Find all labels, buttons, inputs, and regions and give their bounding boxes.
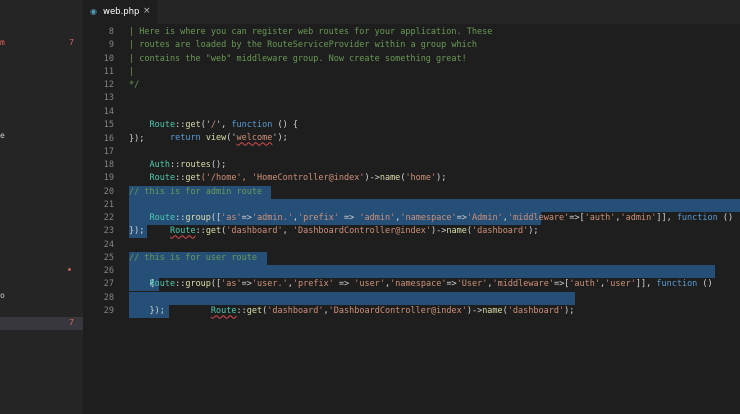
code-line: // this is for admin route bbox=[129, 187, 263, 197]
error-count-badge: 7 bbox=[69, 38, 74, 47]
close-icon[interactable]: × bbox=[143, 6, 151, 16]
line-number: 10 bbox=[103, 54, 114, 64]
line-number: 26 bbox=[103, 266, 114, 276]
code-line: Route::group(['as'=>'user.','prefix' => … bbox=[149, 279, 713, 290]
line-number: 25 bbox=[103, 253, 114, 263]
line-number: 23 bbox=[103, 226, 114, 236]
code-line: | bbox=[129, 67, 135, 77]
code-line: Route::group(['as'=>'admin.','prefix' =>… bbox=[149, 213, 734, 224]
code-line: }); bbox=[129, 134, 145, 144]
line-number: 12 bbox=[103, 80, 114, 90]
code-line: Route::get('/', function () { bbox=[149, 120, 298, 131]
line-number: 19 bbox=[103, 173, 114, 183]
line-number: 29 bbox=[103, 306, 114, 316]
line-number: 27 bbox=[103, 279, 114, 289]
code-line: Route::get('dashboard','DashboardControl… bbox=[210, 306, 575, 317]
line-number: 9 bbox=[108, 40, 114, 50]
explorer-sidebar: m 7 e o 7 bbox=[0, 0, 83, 414]
code-editor[interactable]: 8 9 10 11 12 13 14 15 16 17 18 19 20 21 22 23 24 25 26 27 28… bbox=[83, 24, 740, 414]
sidebar-item[interactable]: o bbox=[0, 290, 83, 303]
line-number: 14 bbox=[103, 107, 114, 117]
tab-label: web.php bbox=[103, 7, 140, 17]
sidebar-item[interactable]: m 7 bbox=[0, 37, 83, 50]
code-line: */ bbox=[129, 80, 140, 90]
sidebar-item-label: e bbox=[0, 131, 5, 140]
code-line: | routes are loaded by the RouteServiceP… bbox=[129, 40, 477, 50]
line-number: 13 bbox=[103, 93, 114, 103]
line-number: 17 bbox=[103, 147, 114, 157]
code-line: // this is for user route bbox=[129, 253, 257, 263]
code-line: | Here is where you can register web rou… bbox=[129, 27, 493, 37]
tab-web-php[interactable]: ◉ web.php × bbox=[83, 0, 157, 24]
php-file-icon: ◉ bbox=[90, 7, 97, 16]
sidebar-item-label: m bbox=[0, 38, 5, 47]
code-line: }); bbox=[129, 226, 145, 236]
line-number: 20 bbox=[103, 187, 114, 197]
line-number: 28 bbox=[103, 293, 114, 303]
error-count-badge: 7 bbox=[69, 318, 74, 327]
line-number: 24 bbox=[103, 240, 114, 250]
sidebar-item[interactable]: e bbox=[0, 130, 83, 143]
code-line: | contains the "web" middleware group. N… bbox=[129, 54, 467, 64]
code-line: Auth::routes(); bbox=[149, 160, 227, 171]
code-line: { bbox=[129, 279, 155, 289]
line-number: 15 bbox=[103, 120, 114, 130]
code-line: Route::get('/home', 'HomeController@inde… bbox=[149, 173, 447, 184]
line-number: 16 bbox=[103, 134, 114, 144]
sidebar-item-selected[interactable]: 7 bbox=[0, 317, 83, 330]
line-number: 11 bbox=[103, 67, 114, 77]
sidebar-item-label: o bbox=[0, 291, 5, 300]
code-line: }); bbox=[129, 306, 165, 316]
code-line: return view('welcome'); bbox=[169, 133, 288, 144]
editor-tab-bar: ◉ web.php × bbox=[83, 0, 740, 24]
line-number: 18 bbox=[103, 160, 114, 170]
line-number: 21 bbox=[103, 200, 114, 210]
line-number: 22 bbox=[103, 213, 114, 223]
code-line: Route::get('dashboard', 'DashboardContro… bbox=[169, 226, 539, 237]
line-number: 8 bbox=[108, 27, 114, 37]
modified-dot-icon bbox=[68, 268, 71, 271]
